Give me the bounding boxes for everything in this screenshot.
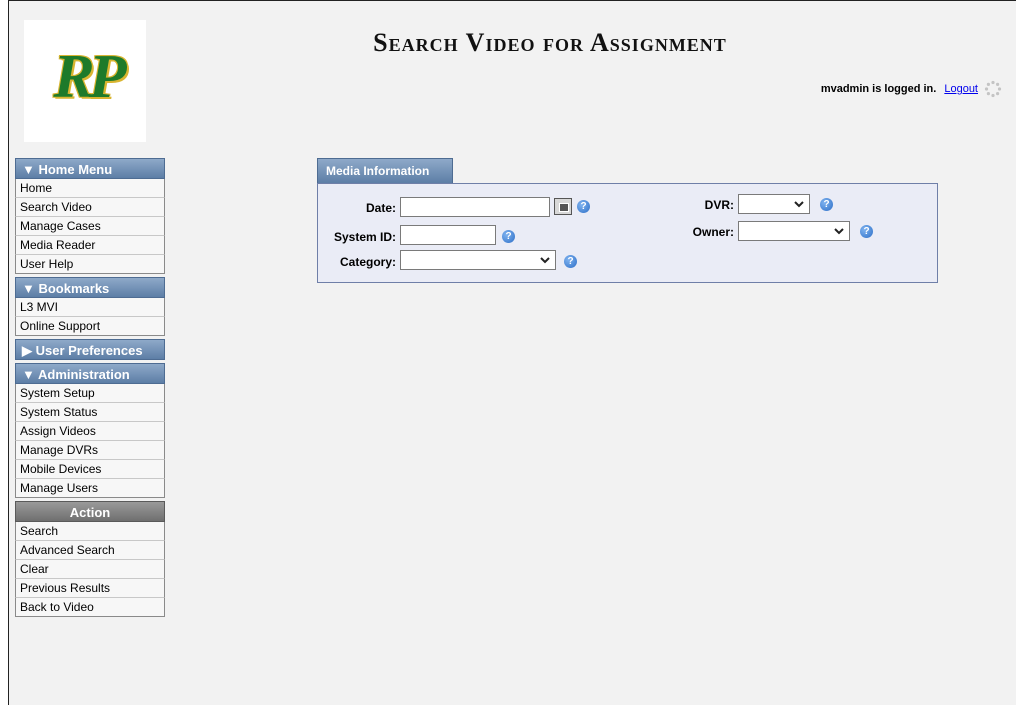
system-id-field[interactable] <box>400 225 496 245</box>
action-item-advanced-search[interactable]: Advanced Search <box>15 541 165 560</box>
media-information-panel: Date: ? System ID: ? Category: ? DVR: ? … <box>317 183 938 283</box>
action-item-back-to-video[interactable]: Back to Video <box>15 598 165 617</box>
logout-link[interactable]: Logout <box>944 83 978 95</box>
calendar-icon[interactable] <box>554 198 572 215</box>
category-help-icon[interactable]: ? <box>564 255 577 268</box>
system-id-help-icon[interactable]: ? <box>502 230 515 243</box>
bookmarks-header[interactable]: ▼ Bookmarks <box>15 277 165 298</box>
sidebar-item-l3-mvi[interactable]: L3 MVI <box>15 298 165 317</box>
login-status: mvadmin is logged in. <box>820 83 937 95</box>
owner-label: Owner: <box>692 225 734 239</box>
chevron-down-icon <box>834 228 844 235</box>
sidebar-item-system-status[interactable]: System Status <box>15 403 165 422</box>
sidebar-item-home[interactable]: Home <box>15 179 165 198</box>
owner-select[interactable] <box>738 221 850 241</box>
action-item-previous-results[interactable]: Previous Results <box>15 579 165 598</box>
sidebar-item-search-video[interactable]: Search Video <box>15 198 165 217</box>
sidebar-item-user-help[interactable]: User Help <box>15 255 165 274</box>
sidebar-item-manage-cases[interactable]: Manage Cases <box>15 217 165 236</box>
category-select[interactable] <box>400 250 556 270</box>
dvr-help-icon[interactable]: ? <box>820 198 833 211</box>
administration-header[interactable]: ▼ Administration <box>15 363 165 384</box>
action-header: Action <box>15 501 165 522</box>
sidebar-item-online-support[interactable]: Online Support <box>15 317 165 336</box>
tab-media-information[interactable]: Media Information <box>317 158 453 183</box>
chevron-down-icon <box>540 257 550 264</box>
sidebar-item-media-reader[interactable]: Media Reader <box>15 236 165 255</box>
owner-help-icon[interactable]: ? <box>860 225 873 238</box>
category-label: Category: <box>339 255 396 269</box>
sidebar: ▼ Home Menu Home Search Video Manage Cas… <box>15 158 165 617</box>
login-area: mvadmin is logged in. Logout <box>821 80 1002 98</box>
date-help-icon[interactable]: ? <box>577 200 590 213</box>
spinner-icon <box>984 80 1002 98</box>
sidebar-item-manage-dvrs[interactable]: Manage DVRs <box>15 441 165 460</box>
sidebar-item-system-setup[interactable]: System Setup <box>15 384 165 403</box>
dvr-select[interactable] <box>738 194 810 214</box>
home-menu-header[interactable]: ▼ Home Menu <box>15 158 165 179</box>
chevron-down-icon <box>794 201 804 208</box>
logo: RP <box>24 20 146 142</box>
action-item-clear[interactable]: Clear <box>15 560 165 579</box>
sidebar-item-mobile-devices[interactable]: Mobile Devices <box>15 460 165 479</box>
system-id-label: System ID: <box>333 230 396 244</box>
date-label: Date: <box>365 201 396 215</box>
dvr-label: DVR: <box>704 198 734 212</box>
date-field[interactable] <box>400 197 550 217</box>
page-title: Search Video for Assignment <box>373 28 727 57</box>
sidebar-item-assign-videos[interactable]: Assign Videos <box>15 422 165 441</box>
logo-text: RP <box>53 43 126 111</box>
action-item-search[interactable]: Search <box>15 522 165 541</box>
sidebar-item-manage-users[interactable]: Manage Users <box>15 479 165 498</box>
user-preferences-header[interactable]: ▶ User Preferences <box>15 339 165 360</box>
